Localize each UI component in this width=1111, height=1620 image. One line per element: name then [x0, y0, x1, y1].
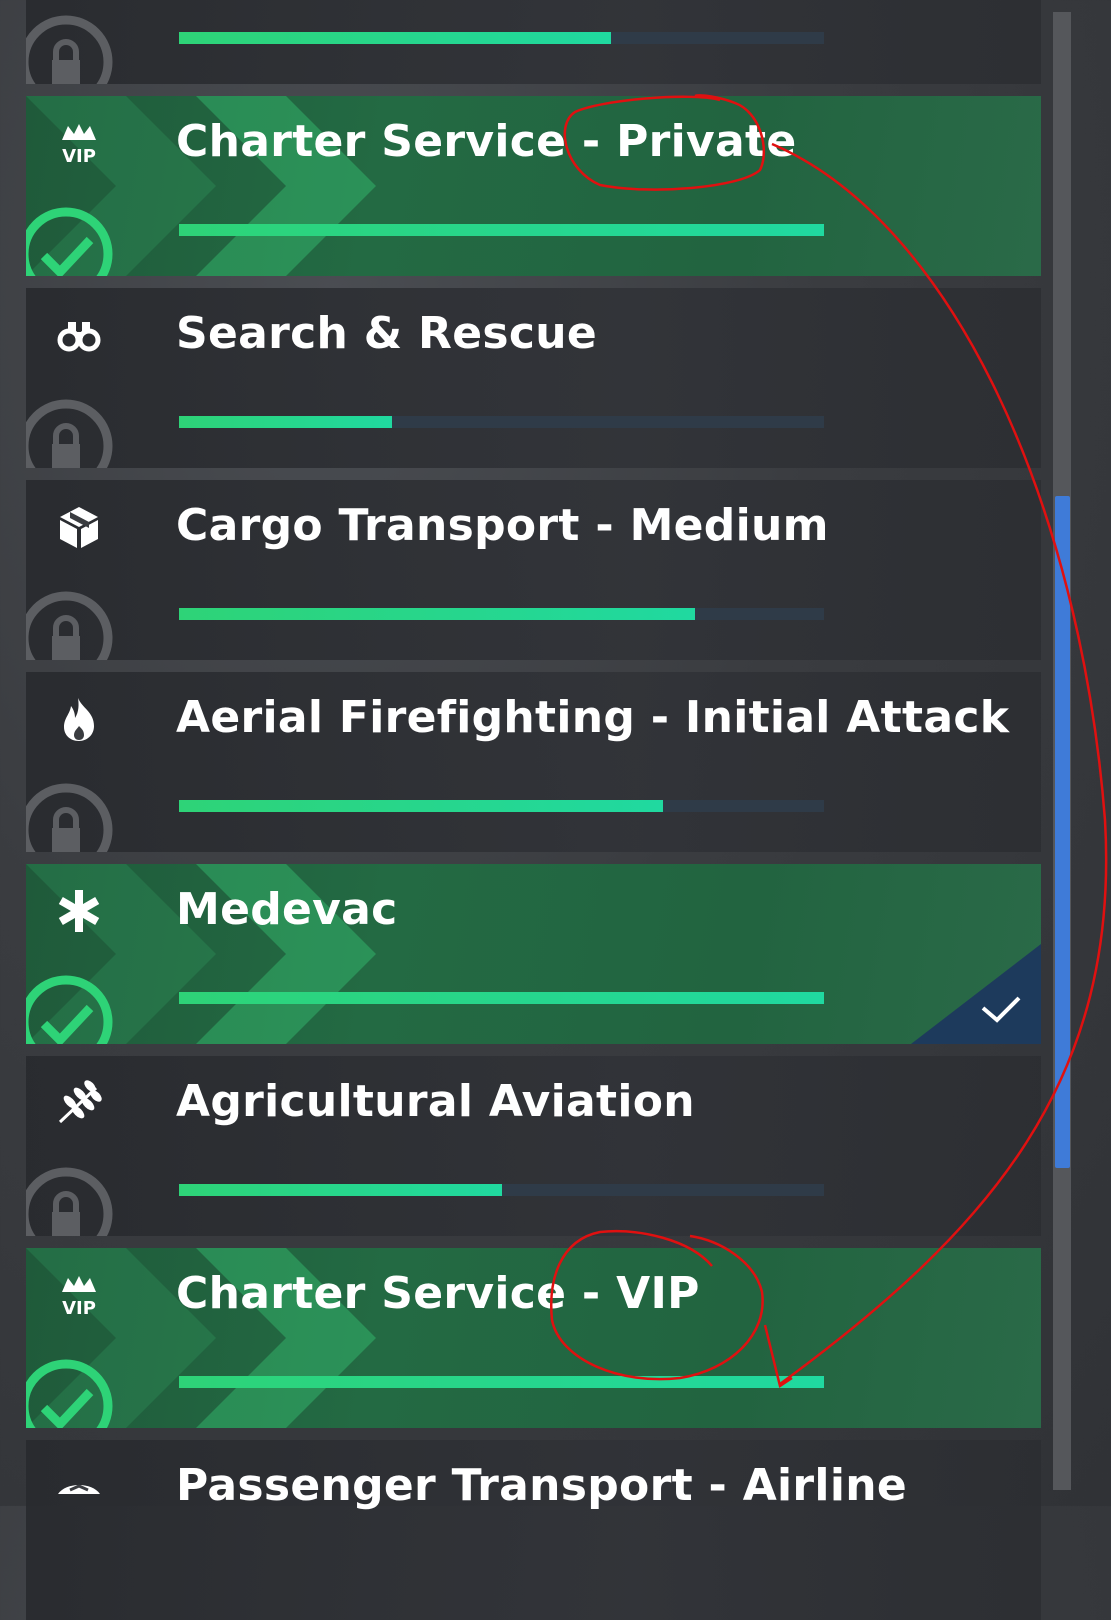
mission-card-charter-vip[interactable]: VIP Charter Service - VIP	[26, 1248, 1041, 1428]
progress-track	[179, 800, 824, 812]
mission-title: Agricultural Aviation	[176, 1076, 695, 1127]
progress-fill	[179, 416, 392, 428]
mission-card[interactable]	[26, 0, 1041, 84]
mission-title: Cargo Transport - Medium	[176, 500, 829, 551]
checkmark-status-icon	[26, 206, 114, 276]
airline-icon	[56, 1464, 102, 1510]
mission-card-passenger-airline[interactable]: Passenger Transport - Airline	[26, 1440, 1041, 1620]
progress-track	[179, 992, 824, 1004]
mission-card-aerial-firefighting[interactable]: Aerial Firefighting - Initial Attack	[26, 672, 1041, 852]
svg-text:VIP: VIP	[62, 146, 96, 166]
progress-fill	[179, 608, 695, 620]
mission-title: Medevac	[176, 884, 398, 935]
lock-status-icon	[26, 398, 114, 468]
checkmark-status-icon	[26, 974, 114, 1044]
progress-fill	[179, 224, 824, 236]
lock-status-icon	[26, 14, 114, 84]
lock-status-icon	[26, 782, 114, 852]
progress-track	[179, 608, 824, 620]
progress-fill	[179, 800, 663, 812]
medical-star-icon	[56, 888, 102, 934]
mission-title: Charter Service - Private	[176, 116, 797, 167]
mission-card-search-rescue[interactable]: Search & Rescue	[26, 288, 1041, 468]
mission-title: Passenger Transport - Airline	[176, 1460, 907, 1511]
vip-crown-icon: VIP	[56, 120, 102, 166]
progress-fill	[179, 1184, 502, 1196]
selected-check-icon	[911, 944, 1041, 1044]
mission-card-cargo-medium[interactable]: Cargo Transport - Medium	[26, 480, 1041, 660]
progress-fill	[179, 1376, 824, 1388]
scrollbar-thumb[interactable]	[1055, 496, 1070, 1168]
checkmark-status-icon	[26, 1358, 114, 1428]
mission-card-medevac[interactable]: Medevac	[26, 864, 1041, 1044]
progress-track	[179, 1184, 824, 1196]
fire-icon	[56, 696, 102, 742]
mission-title: Aerial Firefighting - Initial Attack	[176, 692, 1010, 743]
binoculars-icon	[56, 312, 102, 358]
mission-list: VIP Charter Service - Private Search & R…	[0, 0, 1111, 1620]
progress-track	[179, 1376, 824, 1388]
progress-track	[179, 224, 824, 236]
progress-fill	[179, 32, 612, 44]
vip-crown-icon: VIP	[56, 1272, 102, 1318]
mission-card-agricultural[interactable]: Agricultural Aviation	[26, 1056, 1041, 1236]
wheat-icon	[56, 1080, 102, 1126]
lock-status-icon	[26, 1166, 114, 1236]
progress-track	[179, 32, 824, 44]
progress-fill	[179, 992, 824, 1004]
mission-card-charter-private[interactable]: VIP Charter Service - Private	[26, 96, 1041, 276]
mission-title: Charter Service - VIP	[176, 1268, 700, 1319]
cargo-box-icon	[56, 504, 102, 550]
lock-status-icon	[26, 590, 114, 660]
svg-text:VIP: VIP	[62, 1298, 96, 1318]
progress-track	[179, 416, 824, 428]
mission-title: Search & Rescue	[176, 308, 597, 359]
